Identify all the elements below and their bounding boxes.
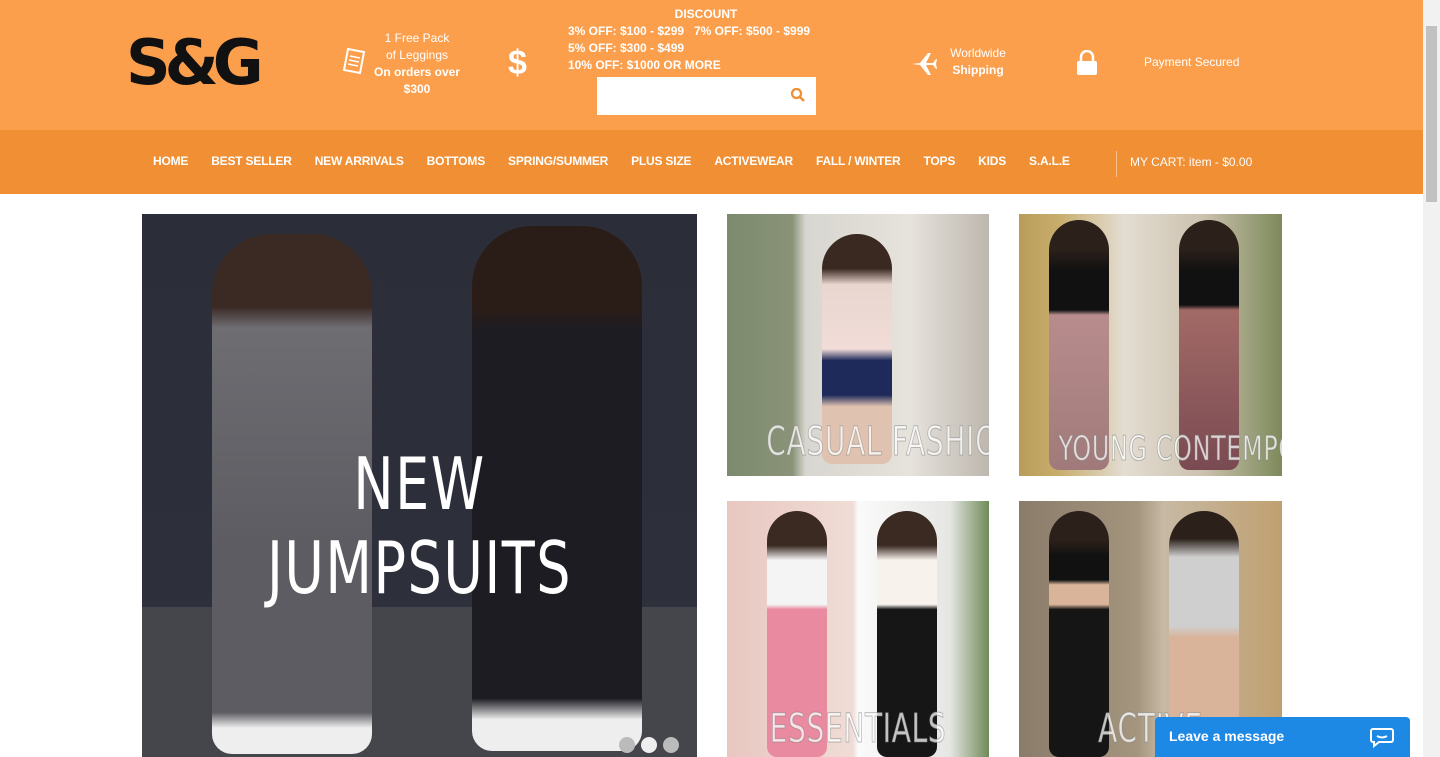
header-bar: S&G 1 Free Pack of Leggings On orders ov… [0, 0, 1423, 130]
search-box [597, 77, 816, 115]
airplane-icon [912, 53, 937, 75]
nav-item-kids[interactable]: KIDS [978, 154, 1006, 168]
discount-title: DISCOUNT [674, 7, 738, 21]
nav-item-fall-winter[interactable]: FALL / WINTER [816, 154, 901, 168]
free-leggings-promo: 1 Free Pack of Leggings On orders over $… [372, 30, 462, 98]
slider-dot[interactable] [619, 737, 635, 753]
hero-banner[interactable]: NEW JUMPSUITS [142, 214, 697, 757]
discount-tier: 7% OFF: $500 - $999 [694, 24, 811, 38]
dollar-icon: $ [508, 44, 527, 82]
payment-secured: Payment Secured [1144, 55, 1240, 69]
logo[interactable]: S&G [126, 26, 264, 100]
tile-essentials[interactable]: ESSENTIALS [727, 501, 989, 757]
nav-item-bottoms[interactable]: BOTTOMS [427, 154, 486, 168]
nav-item-sale[interactable]: S.A.L.E [1029, 154, 1070, 168]
nav-item-spring-summer[interactable]: SPRING/SUMMER [508, 154, 608, 168]
chat-label: Leave a message [1169, 728, 1285, 744]
slider-dot[interactable] [663, 737, 679, 753]
shipping-line: Worldwide [950, 46, 1006, 60]
hero-caption: NEW JUMPSUITS [266, 442, 573, 610]
discount-tier: 3% OFF: $100 - $299 [568, 24, 685, 38]
shipping-line: Shipping [952, 63, 1004, 77]
cart-summary[interactable]: MY CART: item - $0.00 [1130, 155, 1252, 169]
nav-item-plus-size[interactable]: PLUS SIZE [631, 154, 691, 168]
promo-line: of Leggings [385, 48, 449, 62]
tile-casual-fashion[interactable]: CASUAL FASHION [727, 214, 989, 476]
discount-tier: 10% OFF: $1000 OR MORE [568, 58, 721, 72]
tile-caption: ESSENTIALS [769, 706, 947, 753]
slider-dot-active[interactable] [641, 737, 657, 753]
promo-line: 1 Free Pack [384, 31, 450, 45]
tile-caption: YOUNG CONTEMPORARY [1058, 429, 1282, 470]
discount-row: 5% OFF: $300 - $499 10% OFF: $1000 OR MOR… [568, 40, 844, 74]
discount-row: 3% OFF: $100 - $299 7% OFF: $500 - $999 [568, 23, 844, 40]
nav-divider [1116, 151, 1117, 177]
tile-caption: CASUAL FASHION [766, 419, 989, 466]
tile-young-contemporary[interactable]: YOUNG CONTEMPORARY [1019, 214, 1282, 476]
scrollbar-thumb[interactable] [1426, 26, 1437, 202]
nav-item-home[interactable]: HOME [153, 154, 188, 168]
nav-item-new-arrivals[interactable]: NEW ARRIVALS [315, 154, 404, 168]
nav-list: HOME BEST SELLER NEW ARRIVALS BOTTOMS SP… [153, 154, 1093, 168]
receipt-icon [342, 47, 366, 75]
nav-item-best-seller[interactable]: BEST SELLER [211, 154, 292, 168]
chat-bubble-icon [1370, 728, 1394, 748]
search-input[interactable] [597, 77, 777, 115]
nav-item-tops[interactable]: TOPS [924, 154, 956, 168]
discount-info: DISCOUNT 3% OFF: $100 - $299 7% OFF: $500… [568, 6, 844, 74]
leave-message-button[interactable]: Leave a message [1155, 717, 1410, 757]
main-nav: HOME BEST SELLER NEW ARRIVALS BOTTOMS SP… [0, 130, 1423, 194]
worldwide-shipping: Worldwide Shipping [946, 45, 1010, 79]
search-icon[interactable] [790, 87, 806, 103]
lock-icon [1077, 50, 1097, 75]
promo-line: On orders over [373, 65, 461, 79]
slider-dots [619, 737, 679, 753]
discount-tier: 5% OFF: $300 - $499 [568, 41, 685, 55]
nav-item-activewear[interactable]: ACTIVEWEAR [714, 154, 793, 168]
page: S&G 1 Free Pack of Leggings On orders ov… [0, 0, 1423, 757]
promo-line: $300 [403, 82, 431, 96]
